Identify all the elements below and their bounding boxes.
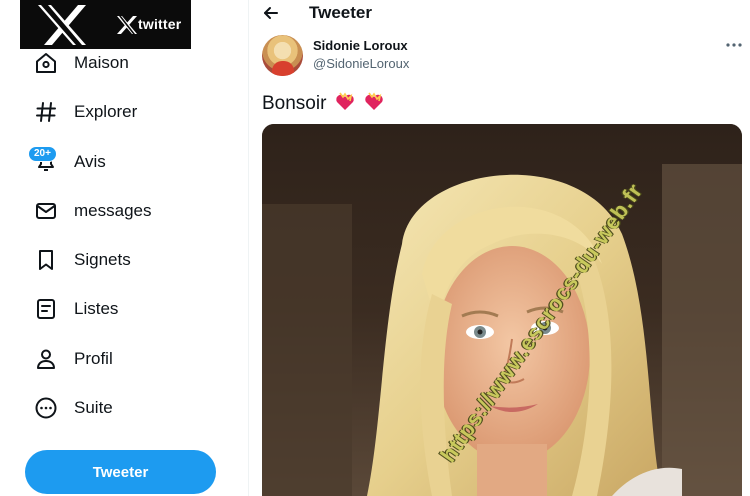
sidebar-item-home[interactable]: Maison <box>34 46 129 80</box>
sidebar-item-lists[interactable]: Listes <box>34 292 118 326</box>
page-title: Tweeter <box>309 3 372 22</box>
avatar[interactable] <box>262 35 303 76</box>
sidebar-divider <box>248 0 249 496</box>
heart-with-ribbon-emoji-icon <box>335 92 354 110</box>
more-circle-icon <box>35 397 57 419</box>
sidebar-item-label: Suite <box>74 398 113 417</box>
sidebar-item-label: Listes <box>74 299 119 318</box>
author-handle[interactable]: @SidonieLoroux <box>313 56 409 71</box>
sidebar-item-label: Explorer <box>74 102 138 121</box>
hashtag-icon <box>36 102 56 122</box>
author-name[interactable]: Sidonie Loroux <box>313 38 408 53</box>
home-icon <box>36 53 56 73</box>
tweet-text-content: Bonsoir <box>262 93 327 114</box>
x-logo-icon <box>38 5 86 45</box>
x-small-logo-icon <box>117 16 137 34</box>
sidebar-item-label: Avis <box>74 152 106 171</box>
more-options-icon[interactable] <box>725 38 743 52</box>
sidebar-item-label: Signets <box>74 250 131 269</box>
logo-wordmark: twitter <box>138 16 182 32</box>
mail-icon <box>36 203 56 219</box>
person-icon <box>37 349 55 369</box>
sidebar-item-label: Maison <box>74 53 129 72</box>
sidebar-item-more[interactable]: Suite <box>34 391 113 425</box>
tweet-button[interactable]: Tweeter <box>25 450 216 494</box>
bookmark-icon <box>39 250 53 270</box>
sidebar-item-label: messages <box>74 201 152 220</box>
notification-count-badge: 20+ <box>28 146 57 162</box>
sidebar-item-label: Profil <box>74 349 113 368</box>
tweet-photo-image <box>262 124 742 496</box>
sidebar-item-explore[interactable]: Explorer <box>34 95 137 129</box>
sidebar: twitter Maison Explorer Avis 20+ message… <box>0 0 248 496</box>
tweet-text: Bonsoir <box>262 91 385 115</box>
list-icon <box>37 299 55 319</box>
sidebar-item-profile[interactable]: Profil <box>34 342 113 376</box>
sidebar-item-bookmarks[interactable]: Signets <box>34 243 131 277</box>
logo-badge[interactable]: twitter <box>20 0 191 49</box>
back-arrow-icon[interactable] <box>261 3 281 23</box>
sidebar-item-messages[interactable]: messages <box>34 194 151 228</box>
tweet-photo[interactable]: https://www.escrocs-du-web.fr <box>262 124 742 496</box>
heart-with-ribbon-emoji-icon <box>365 92 383 110</box>
